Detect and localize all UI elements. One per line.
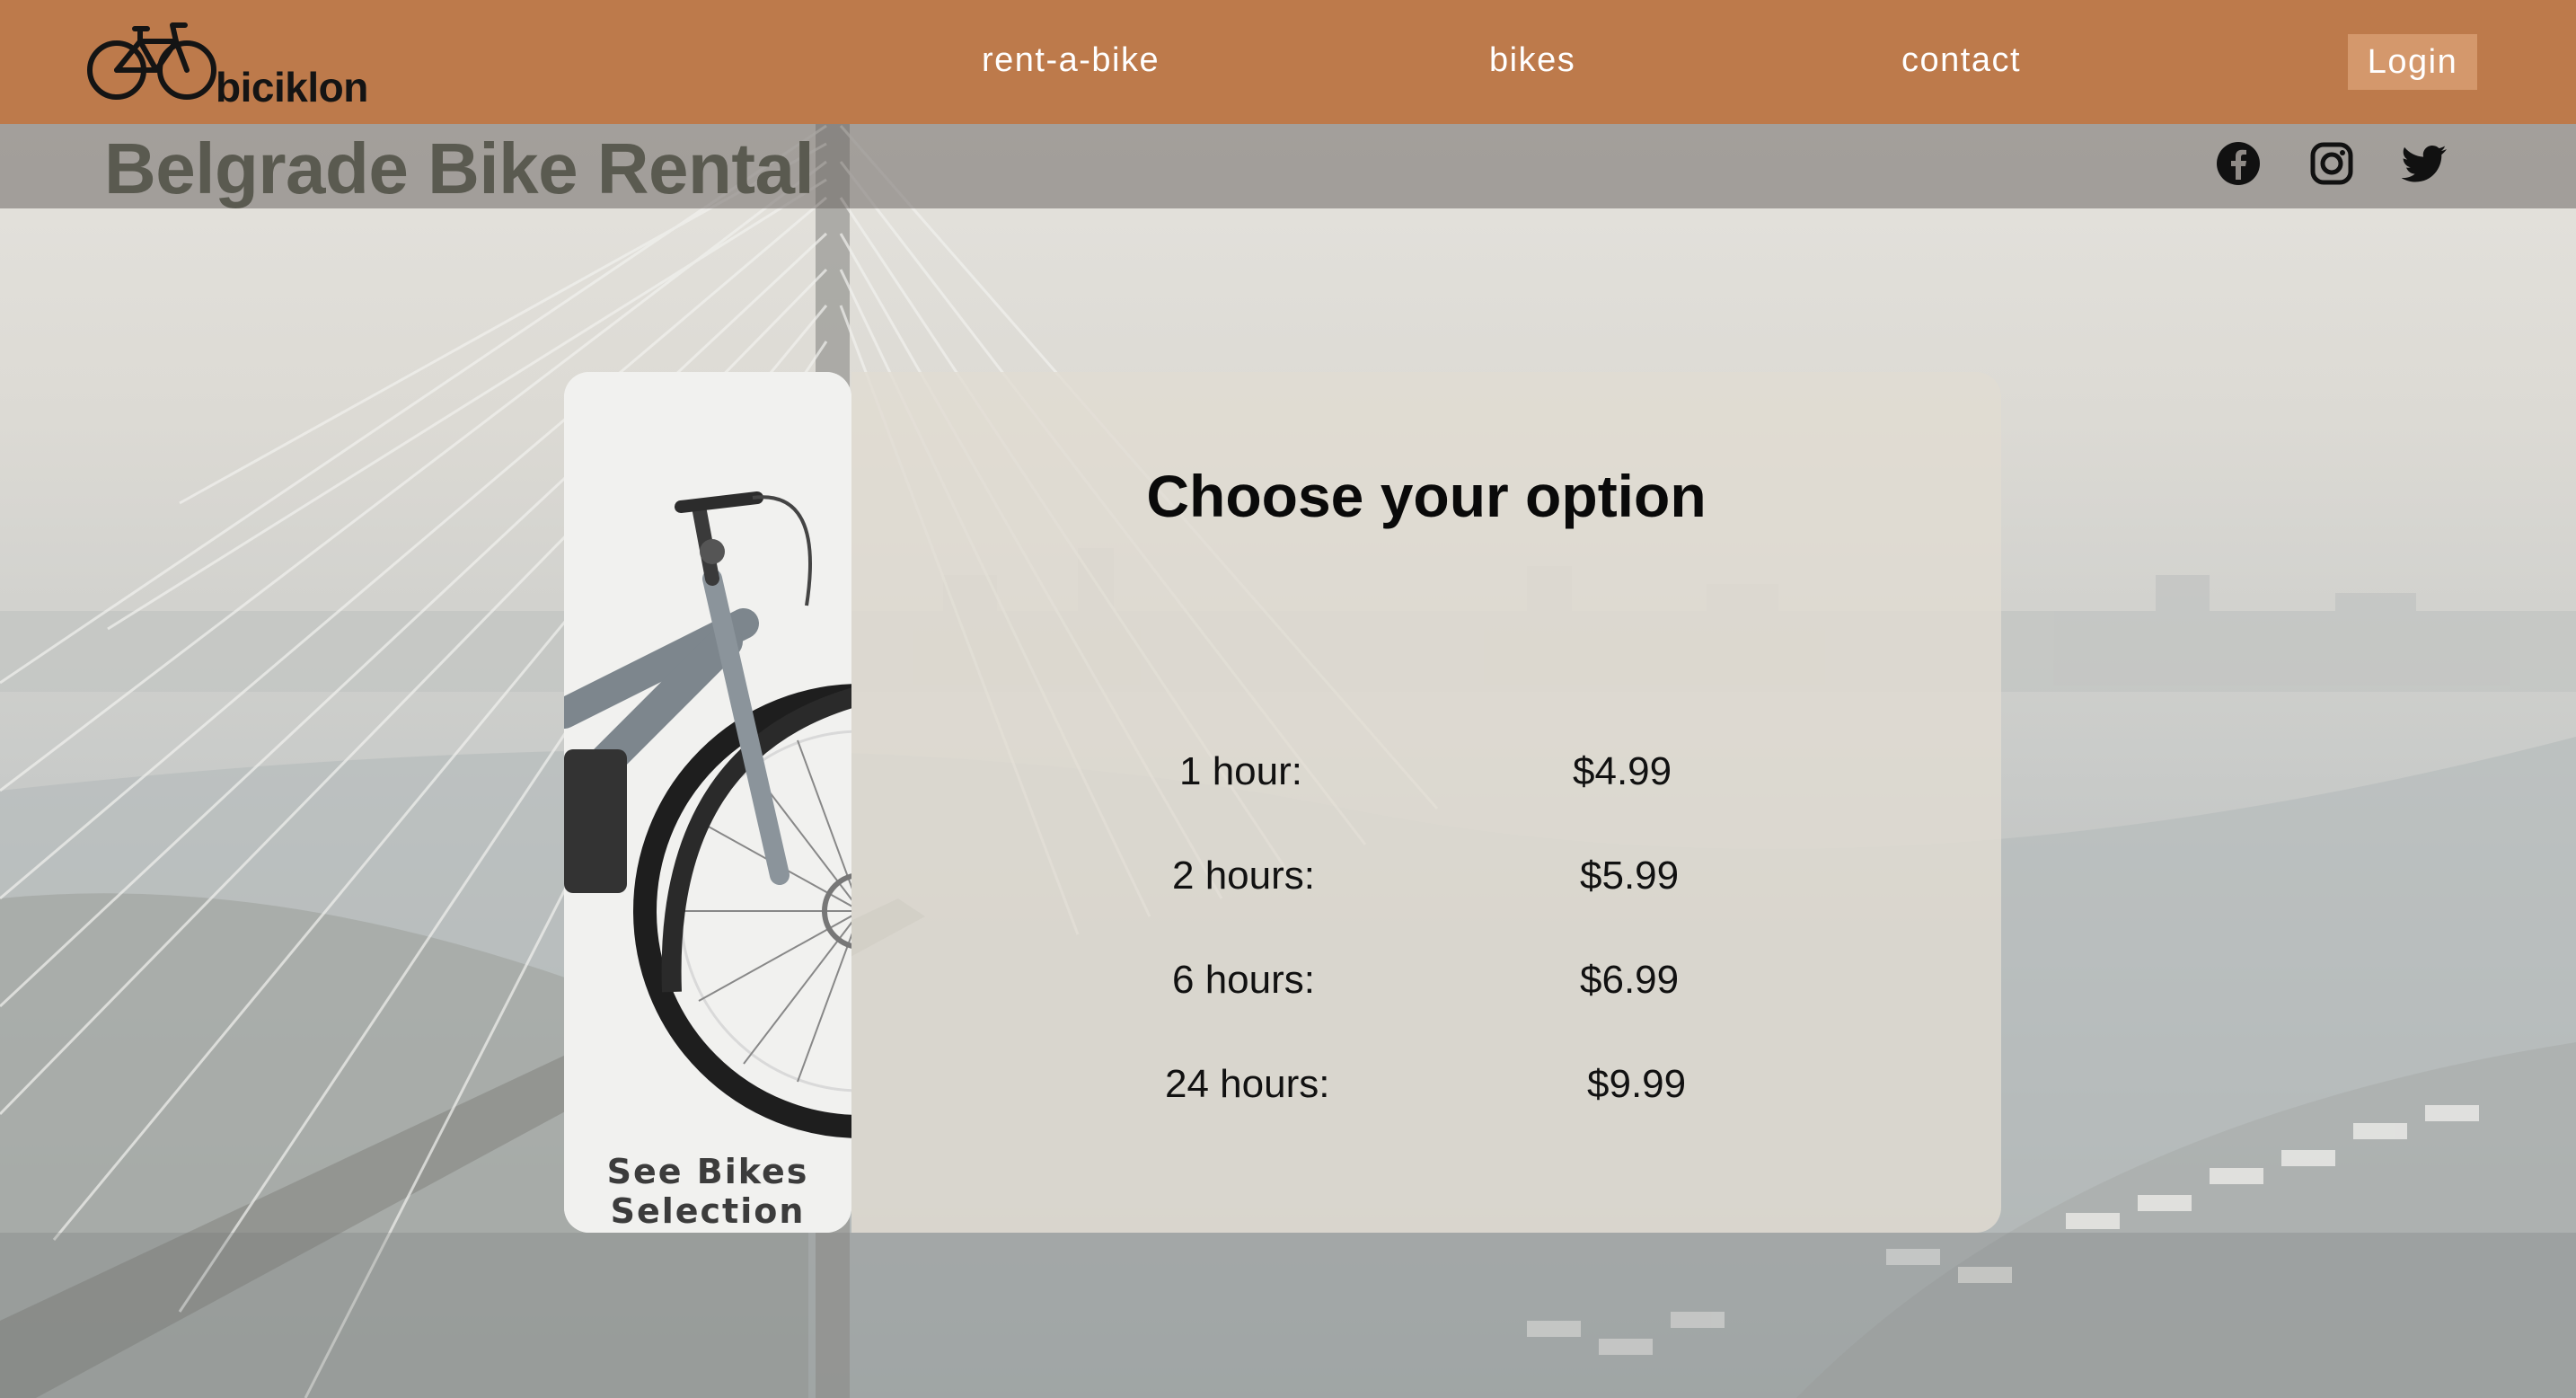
price-value: $9.99: [1587, 1062, 1687, 1106]
nav-rent-a-bike[interactable]: rent-a-bike: [982, 41, 1160, 80]
pricing-card: Choose your option 1 hour: $4.99 2 hours…: [851, 372, 2001, 1233]
nav-bikes[interactable]: bikes: [1489, 41, 1575, 80]
brand-name: biciklon: [216, 64, 368, 111]
price-value: $4.99: [1573, 749, 1672, 793]
price-value: $5.99: [1580, 854, 1680, 898]
caption-line-1: See Bikes: [606, 1152, 809, 1191]
bikes-selection-card[interactable]: See Bikes Selection: [564, 372, 851, 1233]
bike-photo: [564, 372, 851, 1233]
caption-line-2: Selection: [610, 1191, 806, 1231]
twitter-icon[interactable]: [2402, 140, 2448, 187]
brand-logo[interactable]: biciklon: [84, 16, 390, 115]
instagram-icon[interactable]: [2308, 140, 2355, 187]
login-button[interactable]: Login: [2348, 34, 2477, 90]
pricing-title: Choose your option: [1146, 463, 1707, 529]
price-label: 1 hour:: [1179, 749, 1302, 793]
facebook-icon[interactable]: [2215, 140, 2262, 187]
bicycle-icon: [87, 22, 216, 100]
see-bikes-caption: See Bikes Selection: [564, 1152, 851, 1233]
price-label: 2 hours:: [1172, 854, 1315, 898]
nav-contact[interactable]: contact: [1901, 41, 2021, 80]
page-title: Belgrade Bike Rental: [104, 128, 815, 208]
price-value: $6.99: [1580, 958, 1680, 1002]
price-label: 6 hours:: [1172, 958, 1315, 1002]
price-label: 24 hours:: [1165, 1062, 1330, 1106]
